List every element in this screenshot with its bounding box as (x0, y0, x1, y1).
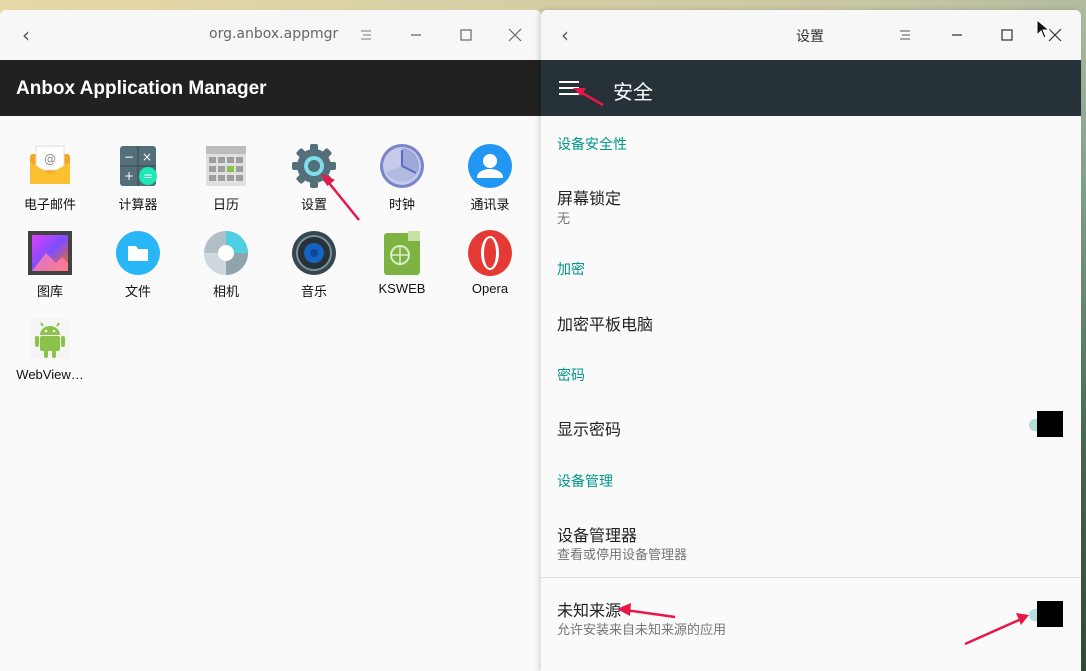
switch-thumb (1037, 411, 1063, 437)
setting-title: 屏幕锁定 (557, 189, 622, 208)
app-clock[interactable]: 时钟 (358, 142, 446, 213)
window-title: org.anbox.appmgr (209, 26, 339, 42)
setting-subtitle: 无 (557, 212, 571, 227)
app-opera[interactable]: Opera (446, 229, 534, 296)
app-music[interactable]: 音乐 (270, 229, 358, 300)
app-label: 相机 (212, 284, 239, 299)
window-titlebar: ‹ 设置 (541, 10, 1081, 60)
close-icon[interactable] (1043, 23, 1067, 47)
setting-title: 设备管理器 (557, 526, 638, 545)
hamburger-menu-icon[interactable] (559, 81, 579, 95)
music-icon (290, 229, 338, 277)
section-header-device-admin: 设备管理 (557, 474, 613, 490)
switch-thumb (1037, 601, 1063, 627)
menu-icon[interactable] (893, 23, 917, 47)
setting-title: 显示密码 (557, 420, 622, 439)
page-title: Anbox Application Manager (16, 78, 267, 99)
calculator-icon: − × + = (114, 142, 162, 190)
calendar-icon (202, 142, 250, 190)
app-label: WebView… (16, 367, 84, 382)
window-titlebar: ‹ org.anbox.appmgr (0, 10, 541, 60)
svg-text:@: @ (44, 152, 56, 166)
app-label: KSWEB (378, 281, 426, 296)
unknown-sources-switch[interactable] (1029, 601, 1063, 627)
svg-text:=: = (143, 169, 153, 183)
app-ksweb[interactable]: KSWEB (358, 229, 446, 296)
app-bar: Anbox Application Manager (0, 60, 541, 116)
back-icon[interactable]: ‹ (14, 23, 38, 47)
section-header-device-security: 设备安全性 (557, 137, 627, 153)
show-password-switch[interactable] (1029, 411, 1063, 437)
window-title: 设置 (796, 29, 824, 45)
section-header-password: 密码 (557, 368, 585, 384)
app-email[interactable]: @ 电子邮件 (6, 142, 94, 213)
maximize-icon[interactable] (454, 23, 478, 47)
contacts-icon (466, 142, 514, 190)
app-bar: 安全 (541, 60, 1081, 116)
app-label: 通讯录 (470, 197, 510, 212)
setting-subtitle: 允许安装来自未知来源的应用 (557, 623, 727, 638)
app-settings[interactable]: 设置 (270, 142, 358, 213)
setting-subtitle: 查看或停用设备管理器 (557, 548, 688, 563)
divider (541, 577, 1081, 578)
app-calculator[interactable]: − × + = 计算器 (94, 142, 182, 213)
app-label: 日历 (212, 197, 239, 212)
gallery-icon (26, 229, 74, 277)
svg-text:−: − (124, 150, 134, 164)
svg-text:+: + (124, 169, 134, 183)
ksweb-icon (378, 229, 426, 277)
email-icon: @ (26, 142, 74, 190)
settings-icon (290, 142, 338, 190)
app-label: Opera (471, 281, 509, 296)
app-gallery[interactable]: 图库 (6, 229, 94, 300)
app-label: 设置 (300, 197, 327, 212)
minimize-icon[interactable] (945, 23, 969, 47)
setting-title: 未知来源 (557, 601, 622, 620)
svg-text:×: × (142, 150, 152, 164)
menu-icon[interactable] (354, 23, 378, 47)
files-icon (114, 229, 162, 277)
minimize-icon[interactable] (404, 23, 428, 47)
annotation-arrow (964, 613, 1029, 646)
app-manager-window: ‹ org.anbox.appmgr Anbox Application Man… (0, 10, 541, 671)
app-label: 音乐 (300, 284, 327, 299)
settings-window: ‹ 设置 安全 设备安全性 屏幕锁定 无 加密 加密平板电脑 密码 显示密码 设… (541, 10, 1081, 671)
app-label: 图库 (36, 284, 63, 299)
app-calendar[interactable]: 日历 (182, 142, 270, 213)
android-icon (26, 315, 74, 363)
app-webview[interactable]: WebView… (6, 315, 94, 382)
page-title: 安全 (613, 80, 653, 104)
app-label: 计算器 (118, 197, 158, 212)
app-camera[interactable]: 相机 (182, 229, 270, 300)
clock-icon (378, 142, 426, 190)
app-label: 文件 (124, 284, 151, 299)
app-label: 电子邮件 (23, 197, 76, 212)
app-files[interactable]: 文件 (94, 229, 182, 300)
app-contacts[interactable]: 通讯录 (446, 142, 534, 213)
back-icon[interactable]: ‹ (553, 23, 577, 47)
app-label: 时钟 (388, 197, 415, 212)
maximize-icon[interactable] (995, 23, 1019, 47)
setting-title: 加密平板电脑 (557, 315, 654, 334)
camera-icon (202, 229, 250, 277)
close-icon[interactable] (503, 23, 527, 47)
opera-icon (466, 229, 514, 277)
section-header-encryption: 加密 (557, 262, 585, 278)
